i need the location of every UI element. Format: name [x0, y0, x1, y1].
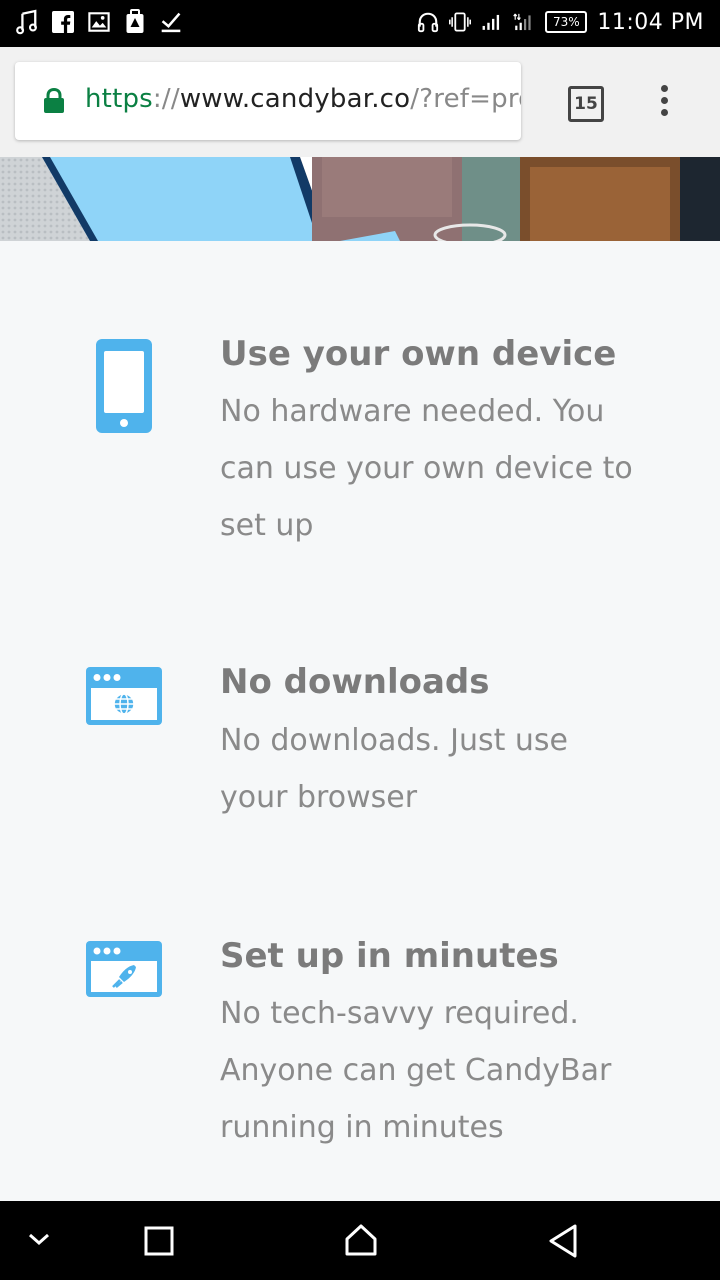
url-host: www.candybar.co: [179, 84, 411, 114]
status-bar: 73% 11:04 PM: [0, 0, 720, 47]
url-path: /?ref=pro: [410, 84, 521, 114]
feature-description: No hardware needed. You can use your own…: [220, 394, 633, 543]
browser-rocket-icon: [86, 941, 162, 1001]
recent-apps-button[interactable]: [144, 1226, 174, 1260]
back-button[interactable]: [548, 1223, 578, 1263]
browser-globe-icon: [86, 667, 162, 729]
system-navigation-bar: [0, 1201, 720, 1280]
feature-title: Set up in minutes: [220, 936, 559, 976]
image-icon: [88, 8, 110, 36]
smartphone-icon: [96, 339, 152, 437]
lock-icon: [43, 87, 65, 118]
download-app-icon: [124, 8, 146, 36]
clock: 11:04 PM: [597, 9, 704, 35]
url-scheme: https: [85, 84, 153, 114]
url-text[interactable]: https://www.candybar.co/?ref=pro: [85, 84, 521, 114]
feature-title: Use your own device: [220, 334, 617, 374]
browser-toolbar: https://www.candybar.co/?ref=pro 15: [0, 47, 720, 157]
chevron-down-icon[interactable]: [26, 1229, 52, 1253]
feature-description: No tech-savvy required. Anyone can get C…: [220, 996, 612, 1145]
url-separator: ://: [152, 84, 180, 114]
tab-switcher-button[interactable]: 15: [568, 86, 604, 122]
overflow-menu-icon[interactable]: [657, 85, 671, 121]
checkmark-icon: [160, 8, 182, 36]
vibrate-icon: [449, 8, 472, 36]
hero-banner-image: [0, 157, 720, 241]
feature-description: No downloads. Just use your browser: [220, 723, 568, 815]
features-section: Use your own device No hardware needed. …: [0, 241, 720, 1201]
music-note-icon: [16, 8, 38, 36]
feature-title: No downloads: [220, 662, 490, 702]
address-bar[interactable]: https://www.candybar.co/?ref=pro: [15, 62, 521, 140]
home-button[interactable]: [344, 1223, 378, 1261]
battery-indicator: 73%: [545, 11, 588, 33]
signal-icon: [481, 8, 503, 36]
facebook-icon: [52, 8, 74, 36]
data-signal-icon: [513, 8, 535, 36]
headphones-icon: [417, 8, 439, 36]
